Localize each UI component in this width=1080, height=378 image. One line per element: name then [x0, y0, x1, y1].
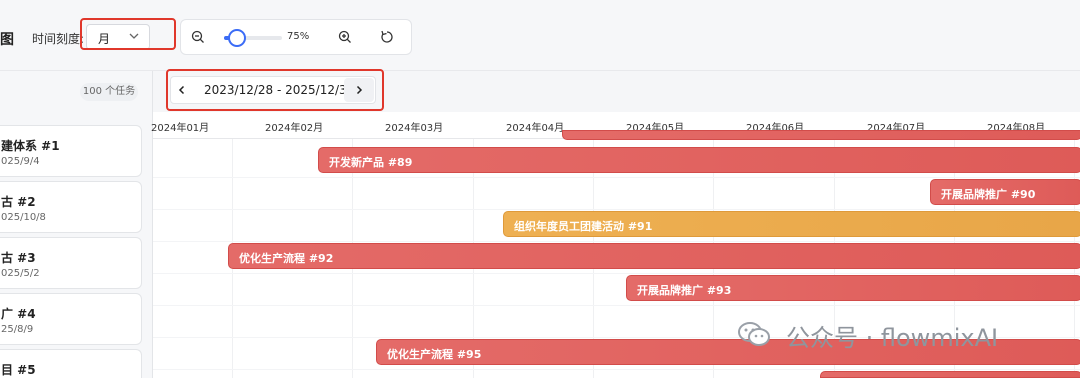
- task-bar[interactable]: 开发新产品 #89: [318, 147, 1080, 173]
- task-card-title: 建体系 #1: [1, 139, 60, 153]
- task-bar[interactable]: 优化生产流程 #92: [228, 243, 1080, 269]
- row-separator: [153, 273, 1080, 274]
- task-count-badge: 100 个任务: [80, 83, 138, 101]
- zoom-slider-handle[interactable]: [228, 29, 246, 47]
- task-card[interactable]: 古 #3 025/5/2: [0, 237, 142, 289]
- task-card-date: 025/9/4: [1, 156, 40, 167]
- time-scale-highlight: [80, 18, 176, 50]
- task-bar-label: 组织年度员工团建活动 #91: [514, 220, 653, 233]
- zoom-value: 75%: [287, 31, 310, 42]
- task-card-date: 025/10/8: [1, 212, 46, 223]
- task-card[interactable]: 目 #5: [0, 349, 142, 378]
- task-bar-label: 优化生产流程 #95: [387, 348, 482, 361]
- row-separator: [153, 241, 1080, 242]
- month-label: 2024年03月: [385, 123, 444, 134]
- task-card-title: 广 #4: [1, 307, 36, 321]
- task-bar-label: 开发新产品 #89: [329, 156, 413, 169]
- date-range-highlight: [166, 69, 384, 111]
- task-card-title: 古 #2: [1, 195, 36, 209]
- row-separator: [153, 369, 1080, 370]
- row-separator: [153, 305, 1080, 306]
- row-separator: [153, 209, 1080, 210]
- task-bar[interactable]: [562, 130, 1080, 140]
- zoom-out-icon[interactable]: [190, 29, 206, 45]
- task-card[interactable]: 广 #4 25/8/9: [0, 293, 142, 345]
- task-card-date: 025/5/2: [1, 268, 40, 279]
- task-bar[interactable]: 开展品牌推广 #90: [930, 179, 1080, 205]
- wechat-icon: [738, 322, 770, 346]
- month-label: 2024年02月: [265, 123, 324, 134]
- row-separator: [153, 177, 1080, 178]
- task-bar-label: 开展品牌推广 #90: [941, 188, 1036, 201]
- task-card-title: 古 #3: [1, 251, 36, 265]
- task-card-date: 25/8/9: [1, 324, 34, 335]
- watermark-text: 公众号 · flowmixAI: [786, 324, 999, 352]
- task-card[interactable]: 建体系 #1 025/9/4: [0, 125, 142, 177]
- task-bar[interactable]: [820, 371, 1080, 378]
- reset-icon[interactable]: [379, 29, 395, 45]
- zoom-in-icon[interactable]: [337, 29, 353, 45]
- month-label: 2024年04月: [506, 123, 565, 134]
- task-bar-label: 优化生产流程 #92: [239, 252, 334, 265]
- task-card[interactable]: 古 #2 025/10/8: [0, 181, 142, 233]
- time-scale-label: 时间刻度:: [32, 32, 85, 46]
- task-bar[interactable]: 开展品牌推广 #93: [626, 275, 1080, 301]
- month-label: 2024年01月: [151, 123, 210, 134]
- page-title: 图: [0, 32, 14, 48]
- task-bar-label: 开展品牌推广 #93: [637, 284, 732, 297]
- task-card-title: 目 #5: [1, 363, 36, 377]
- task-bar[interactable]: 组织年度员工团建活动 #91: [503, 211, 1080, 237]
